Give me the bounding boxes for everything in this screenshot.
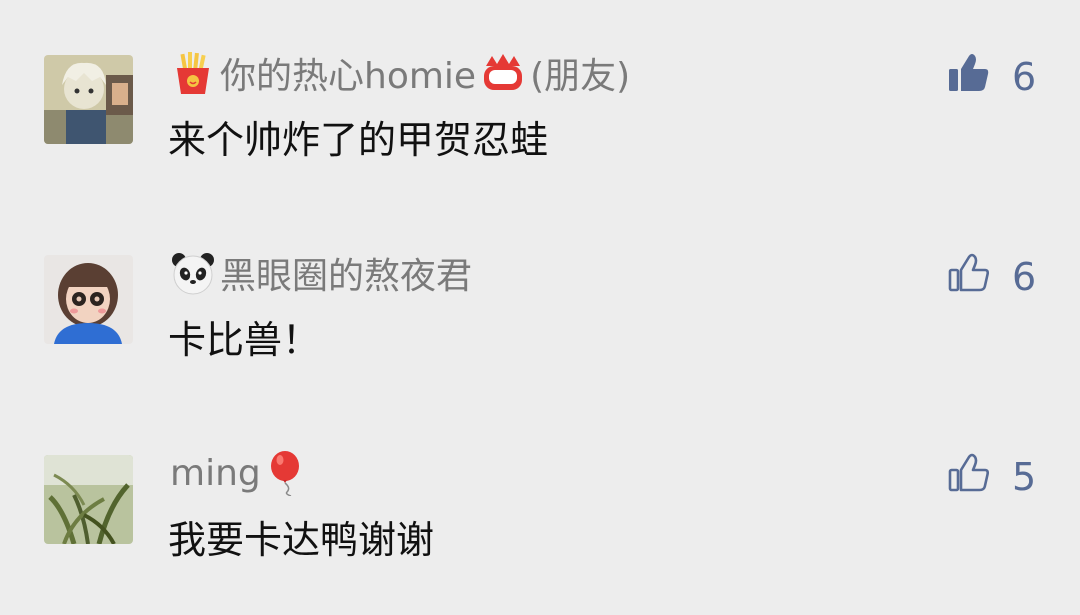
like-count: 5 (1012, 455, 1037, 499)
like-count: 6 (1012, 255, 1037, 299)
avatar[interactable] (44, 55, 133, 144)
thumbs-up-icon (948, 253, 990, 302)
commenter-name-row: 黑眼圈的熬夜君 (170, 249, 476, 297)
thumbs-up-filled-icon (948, 53, 990, 102)
fries-icon (170, 50, 216, 96)
commenter-relation: (朋友) (530, 56, 631, 97)
thumbs-up-icon (948, 453, 990, 502)
panda-icon (170, 250, 216, 296)
commenter-name-row: 你的热心homie (朋友) (170, 49, 634, 97)
comment-item[interactable]: 黑眼圈的熬夜君 卡比兽！ 6 (0, 253, 1080, 415)
like-button[interactable]: 5 (948, 453, 1036, 501)
balloon-icon (265, 450, 311, 496)
commenter-name[interactable]: 你的热心homie (220, 47, 476, 99)
avatar[interactable] (44, 255, 133, 344)
commenter-name[interactable]: 黑眼圈的熬夜君 (220, 247, 472, 299)
commenter-name[interactable]: ming (170, 453, 261, 494)
comment-text: 卡比兽！ (168, 318, 321, 362)
like-button[interactable]: 6 (948, 53, 1036, 101)
like-button[interactable]: 6 (948, 253, 1036, 301)
comment-item[interactable]: 你的热心homie (朋友) 来个帅炸了的甲贺忍蛙 6 (0, 52, 1080, 215)
comment-text: 来个帅炸了的甲贺忍蛙 (168, 118, 549, 162)
avatar[interactable] (44, 455, 133, 544)
commenter-name-row: ming (170, 449, 311, 497)
comment-text: 我要卡达鸭谢谢 (168, 518, 435, 562)
comment-item[interactable]: ming 我要卡达鸭谢谢 5 (0, 451, 1080, 615)
like-count: 6 (1012, 55, 1037, 99)
bathtub-icon (480, 50, 526, 96)
